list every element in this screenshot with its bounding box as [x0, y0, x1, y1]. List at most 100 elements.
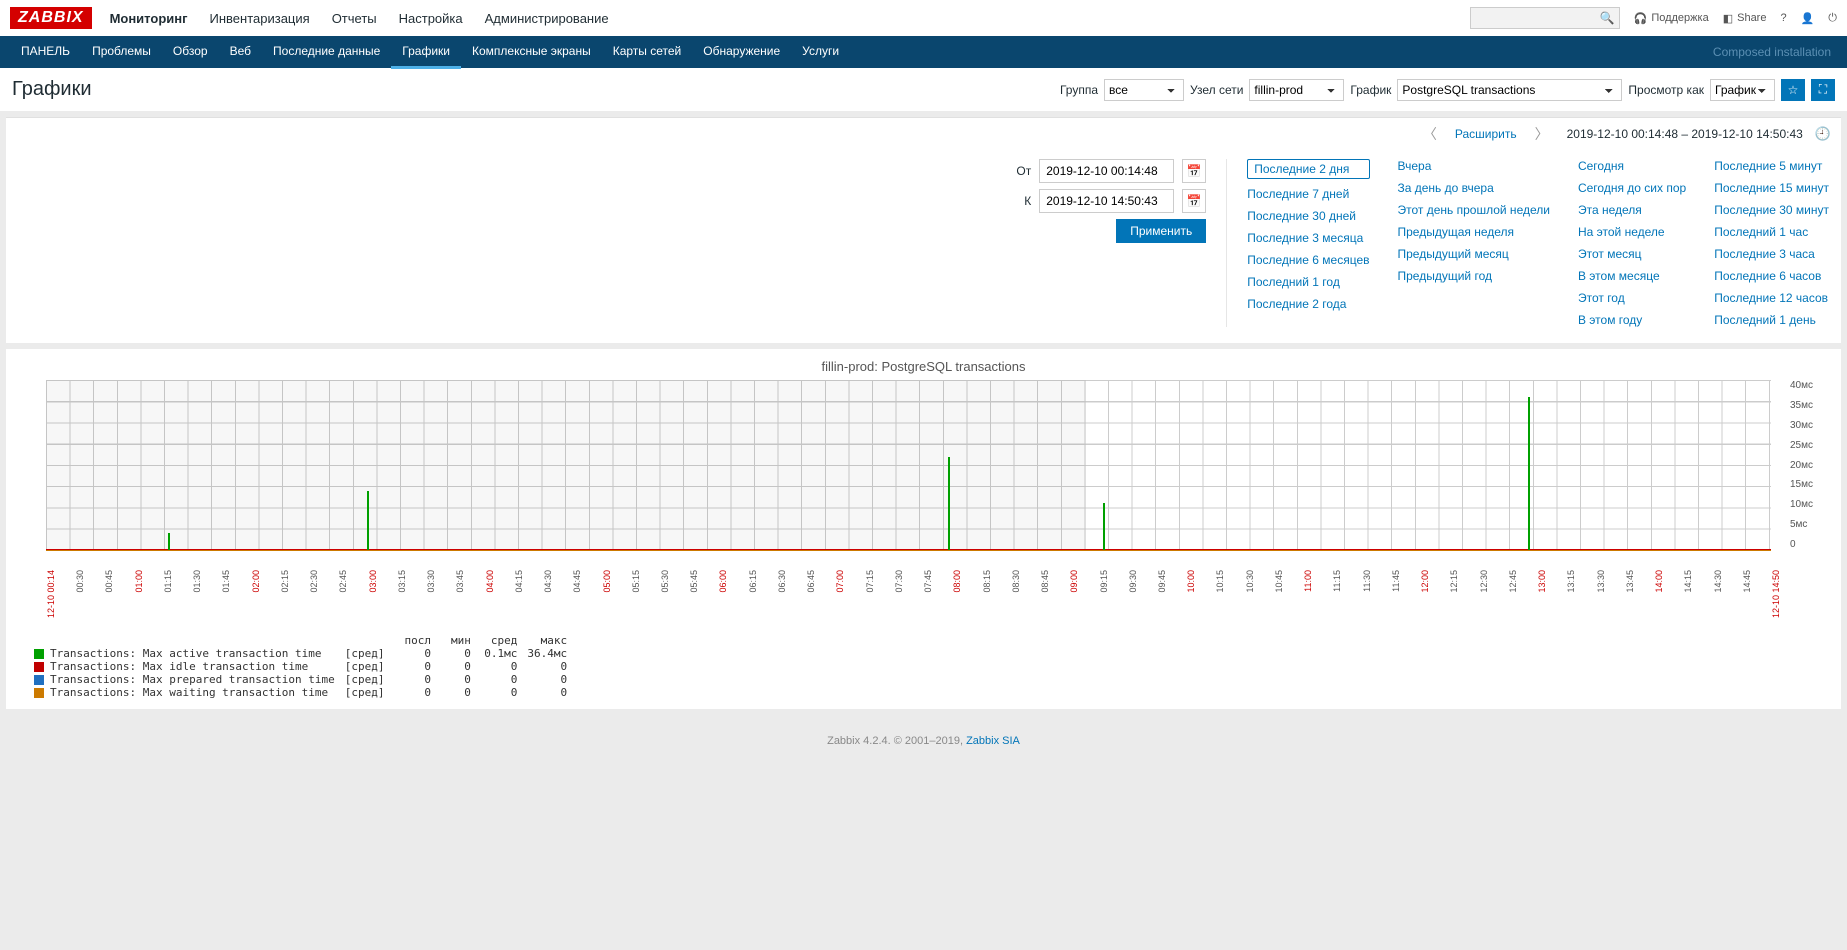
view-label: Просмотр как [1628, 83, 1704, 97]
expand-link[interactable]: Расширить [1455, 127, 1517, 141]
from-label: От [1016, 164, 1031, 178]
top-right: 🔍 🎧Поддержка ◧Share ? 👤 ⏻ [1470, 7, 1837, 29]
nav-3[interactable]: Веб [219, 35, 262, 67]
nav-0[interactable]: ПАНЕЛЬ [10, 35, 81, 67]
search-icon: 🔍 [1600, 11, 1615, 25]
search-input[interactable]: 🔍 [1470, 7, 1620, 29]
share-icon: ◧ [1723, 12, 1733, 25]
favorite-button[interactable]: ☆ [1781, 79, 1805, 101]
preset-2-0[interactable]: Сегодня [1578, 159, 1686, 173]
topmenu-1[interactable]: Инвентаризация [210, 11, 310, 26]
footer-link[interactable]: Zabbix SIA [966, 735, 1020, 747]
preset-1-5[interactable]: Предыдущий год [1398, 269, 1550, 283]
nav-2[interactable]: Обзор [162, 35, 219, 67]
preset-1-0[interactable]: Вчера [1398, 159, 1550, 173]
next-range-button[interactable]: 〉 [1529, 124, 1555, 144]
host-select[interactable]: fillin-prod [1249, 79, 1344, 101]
preset-3-1[interactable]: Последние 15 минут [1714, 181, 1829, 195]
logo: ZABBIX [10, 7, 92, 29]
to-calendar-button[interactable]: 📅 [1182, 189, 1206, 213]
preset-2-1[interactable]: Сегодня до сих пор [1578, 181, 1686, 195]
help-icon: ? [1780, 12, 1786, 24]
spike [948, 457, 950, 551]
group-select[interactable]: все [1104, 79, 1184, 101]
prev-range-button[interactable]: 〈 [1417, 124, 1443, 144]
preset-2-5[interactable]: В этом месяце [1578, 269, 1686, 283]
topmenu-2[interactable]: Отчеты [332, 11, 377, 26]
preset-3-2[interactable]: Последние 30 минут [1714, 203, 1829, 217]
graph-label: График [1350, 83, 1391, 97]
fullscreen-button[interactable]: ⛶ [1811, 79, 1835, 101]
chart-yaxis: 40мс35мс30мс25мс20мс15мс10мс5мс0 [1790, 380, 1813, 550]
preset-3-6[interactable]: Последние 12 часов [1714, 291, 1829, 305]
nav-8[interactable]: Обнаружение [692, 35, 791, 67]
preset-3-5[interactable]: Последние 6 часов [1714, 269, 1829, 283]
time-range-bar: 〈 Расширить 〉 2019-12-10 00:14:48 – 2019… [6, 117, 1841, 149]
nav-4[interactable]: Последние данные [262, 35, 391, 67]
chart-shade [46, 380, 1086, 550]
preset-0-0[interactable]: Последние 2 дня [1247, 159, 1369, 179]
support-link[interactable]: 🎧Поддержка [1634, 12, 1709, 25]
topmenu-0[interactable]: Мониторинг [110, 11, 188, 26]
topmenu-3[interactable]: Настройка [399, 11, 463, 26]
preset-1-3[interactable]: Предыдущая неделя [1398, 225, 1550, 239]
preset-3-3[interactable]: Последний 1 час [1714, 225, 1829, 239]
nav-right-label: Composed installation [1713, 45, 1837, 59]
preset-3-4[interactable]: Последние 3 часа [1714, 247, 1829, 261]
period-panel: От 📅 К 📅 Применить Последние 2 дняПослед… [6, 149, 1841, 343]
logout-link[interactable]: ⏻ [1828, 12, 1837, 25]
spike [1103, 503, 1105, 550]
calendar-icon: 📅 [1187, 164, 1202, 178]
preset-1-2[interactable]: Этот день прошлой недели [1398, 203, 1550, 217]
preset-0-5[interactable]: Последний 1 год [1247, 275, 1369, 289]
spike [1528, 397, 1530, 550]
preset-3-7[interactable]: Последний 1 день [1714, 313, 1829, 327]
nav-menu: ПАНЕЛЬПроблемыОбзорВебПоследние данныеГр… [10, 35, 850, 69]
from-input[interactable] [1039, 159, 1174, 183]
topmenu-4[interactable]: Администрирование [485, 11, 609, 26]
nav-7[interactable]: Карты сетей [602, 35, 693, 67]
nav-9[interactable]: Услуги [791, 35, 850, 67]
expand-icon: ⛶ [1819, 82, 1827, 97]
nav-5[interactable]: Графики [391, 37, 461, 69]
spike [168, 533, 170, 550]
time-range-text: 2019-12-10 00:14:48 – 2019-12-10 14:50:4… [1567, 127, 1803, 141]
preset-0-2[interactable]: Последние 30 дней [1247, 209, 1369, 223]
preset-3-0[interactable]: Последние 5 минут [1714, 159, 1829, 173]
chart-baseline-orange [46, 550, 1771, 551]
spike [367, 491, 369, 551]
top-bar: ZABBIX Мониторинг Инвентаризация Отчеты Нас… [0, 0, 1847, 36]
help-link[interactable]: ? [1780, 12, 1786, 24]
preset-0-3[interactable]: Последние 3 месяца [1247, 231, 1369, 245]
chart-plot[interactable]: 40мс35мс30мс25мс20мс15мс10мс5мс0 [46, 380, 1771, 570]
view-select[interactable]: График [1710, 79, 1775, 101]
apply-button[interactable]: Применить [1116, 219, 1206, 243]
preset-0-1[interactable]: Последние 7 дней [1247, 187, 1369, 201]
chart-legend: послминсредмаксTransactions: Max active … [34, 634, 1831, 699]
preset-2-7[interactable]: В этом году [1578, 313, 1686, 327]
period-presets: Последние 2 дня Последние 7 дней Последние… [1226, 159, 1829, 327]
calendar-icon: 📅 [1187, 194, 1202, 208]
share-link[interactable]: ◧Share [1723, 12, 1767, 25]
nav-1[interactable]: Проблемы [81, 35, 162, 67]
from-calendar-button[interactable]: 📅 [1182, 159, 1206, 183]
preset-2-4[interactable]: Этот месяц [1578, 247, 1686, 261]
nav-6[interactable]: Комплексные экраны [461, 35, 602, 67]
preset-1-1[interactable]: За день до вчера [1398, 181, 1550, 195]
clock-icon[interactable]: 🕘 [1815, 126, 1831, 142]
period-form: От 📅 К 📅 Применить [1016, 159, 1206, 327]
preset-1-4[interactable]: Предыдущий месяц [1398, 247, 1550, 261]
footer: Zabbix 4.2.4. © 2001–2019, Zabbix SIA [0, 715, 1847, 767]
graph-select[interactable]: PostgreSQL transactions [1397, 79, 1622, 101]
chart-title: fillin-prod: PostgreSQL transactions [16, 355, 1831, 380]
preset-2-2[interactable]: Эта неделя [1578, 203, 1686, 217]
power-icon: ⏻ [1828, 12, 1837, 25]
to-input[interactable] [1039, 189, 1174, 213]
user-link[interactable]: 👤 [1801, 12, 1815, 25]
nav-bar: ПАНЕЛЬПроблемыОбзорВебПоследние данныеГр… [0, 36, 1847, 68]
preset-2-3[interactable]: На этой неделе [1578, 225, 1686, 239]
preset-2-6[interactable]: Этот год [1578, 291, 1686, 305]
preset-0-6[interactable]: Последние 2 года [1247, 297, 1369, 311]
preset-0-4[interactable]: Последние 6 месяцев [1247, 253, 1369, 267]
page-title: Графики [12, 78, 1060, 101]
